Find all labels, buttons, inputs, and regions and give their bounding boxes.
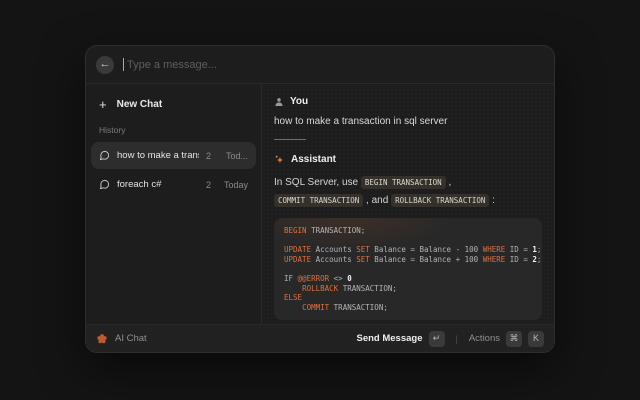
sidebar: + New Chat History how to make a transa.… bbox=[86, 84, 262, 324]
app-name: AI Chat bbox=[115, 333, 147, 344]
code-line bbox=[284, 236, 532, 246]
new-chat-label: New Chat bbox=[117, 99, 163, 110]
assistant-paragraph: In SQL Server, use BEGIN TRANSACTION , C… bbox=[274, 174, 542, 209]
code-line: COMMIT TRANSACTION; bbox=[284, 303, 532, 313]
send-message-button[interactable]: Send Message bbox=[357, 333, 423, 344]
plus-icon: + bbox=[99, 98, 107, 111]
history-item-foreach[interactable]: foreach c# 2 Today bbox=[91, 171, 256, 198]
code-line bbox=[284, 264, 532, 274]
actions-button[interactable]: Actions bbox=[469, 333, 500, 344]
message-input-bar: ← Type a message... bbox=[86, 46, 554, 84]
code-line: IF @@ERROR <> 0 bbox=[284, 274, 532, 284]
back-button[interactable]: ← bbox=[96, 56, 114, 74]
code-line: UPDATE Accounts SET Balance = Balance + … bbox=[284, 255, 532, 265]
message-divider bbox=[274, 139, 306, 140]
chat-bubble-icon bbox=[99, 150, 110, 161]
inline-code-chip: ROLLBACK TRANSACTION bbox=[391, 194, 489, 207]
code-line: UPDATE Accounts SET Balance = Balance - … bbox=[284, 245, 532, 255]
inline-code-chip: BEGIN TRANSACTION bbox=[361, 176, 446, 189]
message-input[interactable]: Type a message... bbox=[123, 46, 544, 83]
ai-chat-window: ← Type a message... + New Chat History bbox=[85, 45, 555, 353]
desktop-background: ← Type a message... + New Chat History bbox=[0, 0, 640, 400]
history-item-label: foreach c# bbox=[117, 179, 199, 190]
command-key-badge: ⌘ bbox=[506, 331, 522, 347]
history-item-count: 2 bbox=[206, 151, 211, 161]
enter-key-badge: ↵ bbox=[429, 331, 445, 347]
sparkles-icon bbox=[274, 154, 285, 165]
status-bar-actions: Send Message ↵ | Actions ⌘ K bbox=[357, 331, 545, 347]
history-item-date: Tod... bbox=[218, 151, 248, 161]
history-item-label: how to make a transa... bbox=[117, 150, 199, 161]
code-line: ELSE bbox=[284, 293, 532, 303]
status-bar-divider: | bbox=[456, 334, 458, 344]
message-input-placeholder: Type a message... bbox=[127, 59, 217, 71]
history-item-count: 2 bbox=[206, 180, 211, 190]
new-chat-button[interactable]: + New Chat bbox=[91, 94, 256, 113]
history-section-label: History bbox=[91, 113, 256, 142]
assistant-name: Assistant bbox=[291, 154, 336, 165]
user-name: You bbox=[290, 96, 308, 107]
window-body: + New Chat History how to make a transa.… bbox=[86, 84, 554, 324]
status-bar: AI Chat Send Message ↵ | Actions ⌘ K bbox=[86, 324, 554, 352]
history-item-date: Today bbox=[218, 180, 248, 190]
code-line: BEGIN TRANSACTION; bbox=[284, 226, 532, 236]
k-key-badge: K bbox=[528, 331, 544, 347]
sql-code-block: BEGIN TRANSACTION; UPDATE Accounts SET B… bbox=[274, 218, 542, 320]
user-message-header: You bbox=[274, 96, 542, 107]
code-line: ROLLBACK TRANSACTION; bbox=[284, 284, 532, 294]
history-item-sql-transaction[interactable]: how to make a transa... 2 Tod... bbox=[91, 142, 256, 169]
assistant-message-header: Assistant bbox=[274, 154, 542, 165]
user-message-text: how to make a transaction in sql server bbox=[274, 116, 542, 127]
back-arrow-icon: ← bbox=[100, 59, 111, 70]
user-avatar-icon bbox=[274, 97, 284, 107]
app-logo-icon bbox=[96, 333, 108, 345]
text-caret bbox=[123, 58, 124, 71]
inline-code-chip: COMMIT TRANSACTION bbox=[274, 194, 363, 207]
conversation-panel: You how to make a transaction in sql ser… bbox=[262, 84, 554, 324]
chat-bubble-icon bbox=[99, 179, 110, 190]
